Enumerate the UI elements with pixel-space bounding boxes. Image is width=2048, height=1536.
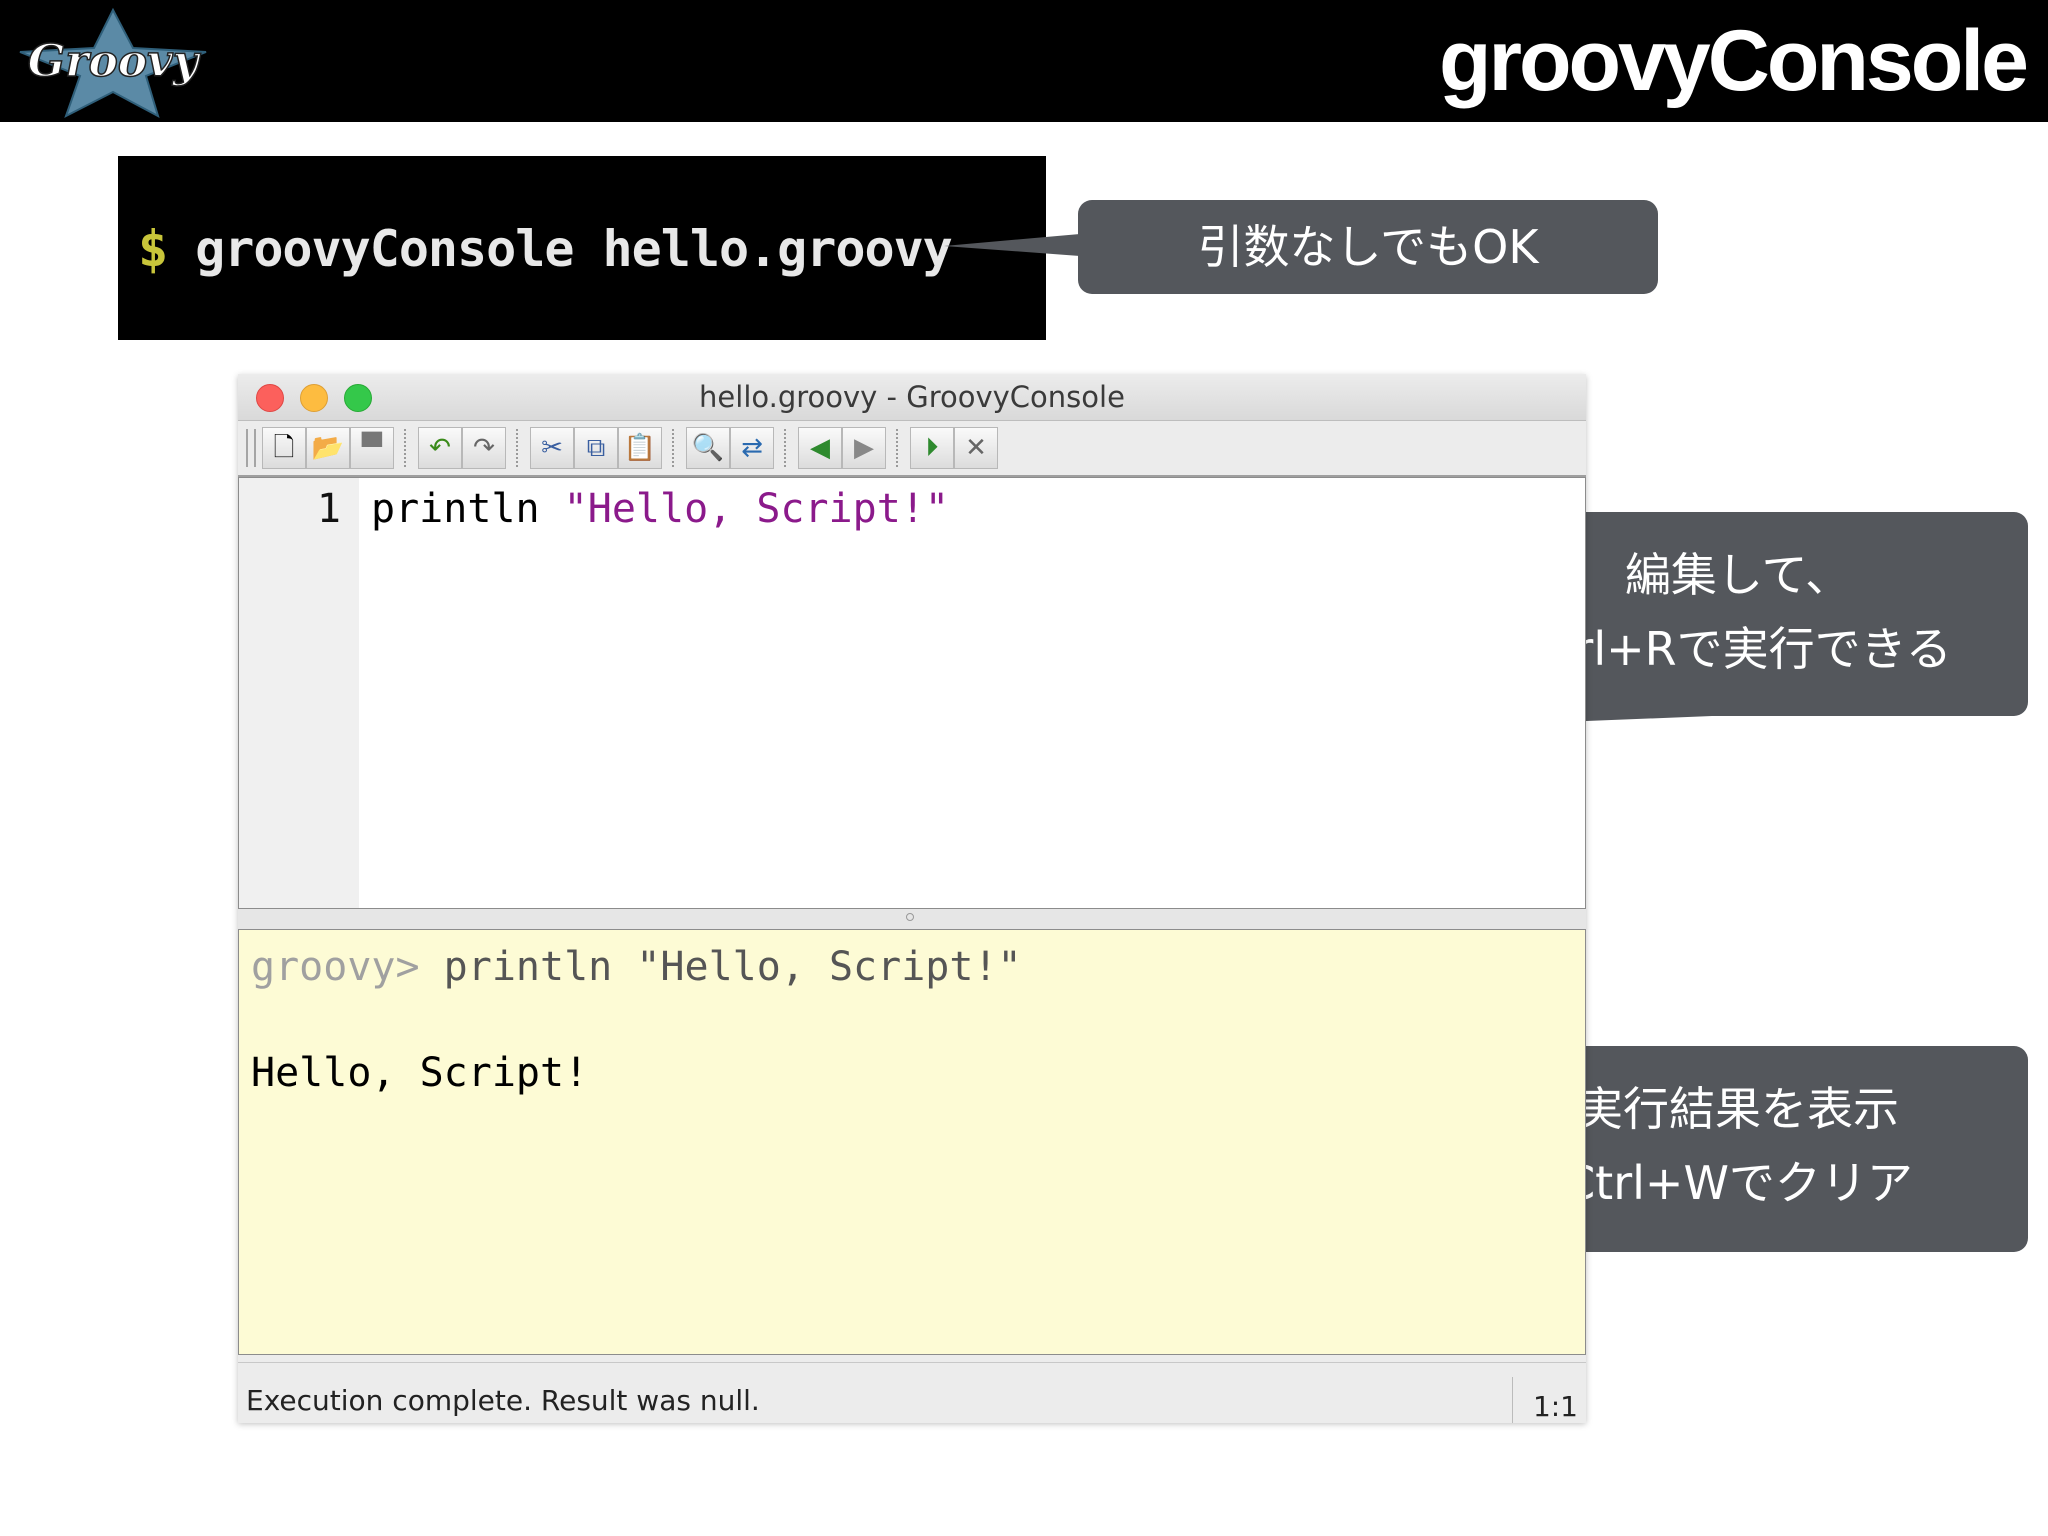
paste-icon: 📋	[623, 433, 657, 463]
window-titlebar[interactable]: hello.groovy - GroovyConsole	[238, 374, 1586, 421]
history-previous-button[interactable]: ◀	[798, 427, 842, 469]
terminal-command-line: $ groovyConsole hello.groovy	[138, 220, 953, 278]
line-number-gutter: 1	[239, 478, 359, 908]
interrupt-button[interactable]: ✕	[954, 427, 998, 469]
history-next-button[interactable]: ▶	[842, 427, 886, 469]
output-result: Hello, Script!	[251, 1050, 589, 1096]
open-file-button[interactable]: 📂	[306, 427, 350, 469]
cut-icon: ✂	[541, 433, 563, 463]
run-script-icon: ⏵	[925, 433, 939, 463]
undo-icon: ↶	[429, 433, 451, 463]
history-previous-icon: ◀	[810, 433, 830, 463]
new-file-button[interactable]: 🗋	[262, 427, 306, 469]
code-line[interactable]: println "Hello, Script!"	[371, 486, 949, 532]
toolbar: 🗋 📂 ▀ ↶ ↷ ✂ ⧉ 📋 🔍 ⇄ ◀ ▶ ⏵ ✕	[238, 421, 1586, 477]
new-file-icon: 🗋	[273, 433, 295, 463]
window-title: hello.groovy - GroovyConsole	[699, 380, 1125, 414]
pane-splitter[interactable]	[238, 909, 1586, 929]
replace-button[interactable]: ⇄	[730, 427, 774, 469]
code-keyword: println	[371, 486, 564, 532]
output-command: println "Hello, Script!"	[419, 944, 1022, 990]
save-icon: ▀	[362, 433, 382, 463]
replace-icon: ⇄	[741, 433, 763, 463]
interrupt-icon: ✕	[965, 433, 987, 463]
status-message: Execution complete. Result was null.	[246, 1384, 760, 1417]
toolbar-separator	[784, 429, 786, 467]
line-number: 1	[316, 486, 341, 532]
callout-args-text: 引数なしでもOK	[1197, 220, 1539, 274]
output-pane[interactable]: groovy> println "Hello, Script!" Hello, …	[238, 929, 1586, 1355]
history-next-icon: ▶	[854, 433, 874, 463]
toolbar-separator	[672, 429, 674, 467]
find-icon: 🔍	[691, 433, 725, 463]
copy-icon: ⧉	[586, 433, 606, 463]
logo-text: Groovy	[28, 36, 202, 87]
status-bar: Execution complete. Result was null. 1:1	[238, 1362, 1586, 1423]
caret-position: 1:1	[1511, 1377, 1578, 1423]
run-script-button[interactable]: ⏵	[910, 427, 954, 469]
toolbar-separator	[404, 429, 406, 467]
script-editor[interactable]: 1 println "Hello, Script!"	[238, 477, 1586, 909]
redo-button[interactable]: ↷	[462, 427, 506, 469]
splitter-handle-icon[interactable]	[906, 913, 914, 921]
toolbar-grip[interactable]	[246, 429, 256, 467]
output-prompt: groovy>	[251, 944, 420, 990]
terminal-prompt: $	[138, 220, 168, 278]
redo-icon: ↷	[473, 433, 495, 463]
find-button[interactable]: 🔍	[686, 427, 730, 469]
terminal-box: $ groovyConsole hello.groovy	[118, 156, 1046, 340]
open-file-icon: 📂	[311, 433, 345, 463]
cut-button[interactable]: ✂	[530, 427, 574, 469]
code-string: "Hello, Script!"	[563, 486, 949, 532]
toolbar-separator	[896, 429, 898, 467]
toolbar-separator	[516, 429, 518, 467]
groovy-console-window: hello.groovy - GroovyConsole 🗋 📂 ▀ ↶ ↷ ✂…	[238, 374, 1586, 1423]
terminal-command: groovyConsole hello.groovy	[195, 220, 953, 278]
undo-button[interactable]: ↶	[418, 427, 462, 469]
slide-header: Groovy groovyConsole	[0, 0, 2048, 122]
copy-button[interactable]: ⧉	[574, 427, 618, 469]
slide-title: groovyConsole	[1439, 13, 2029, 109]
save-button[interactable]: ▀	[350, 427, 394, 469]
output-echo-line: groovy> println "Hello, Script!"	[251, 944, 1022, 990]
paste-button[interactable]: 📋	[618, 427, 662, 469]
groovy-star-logo-icon: Groovy	[19, 7, 207, 119]
callout-args: 引数なしでもOK	[1078, 200, 1658, 294]
